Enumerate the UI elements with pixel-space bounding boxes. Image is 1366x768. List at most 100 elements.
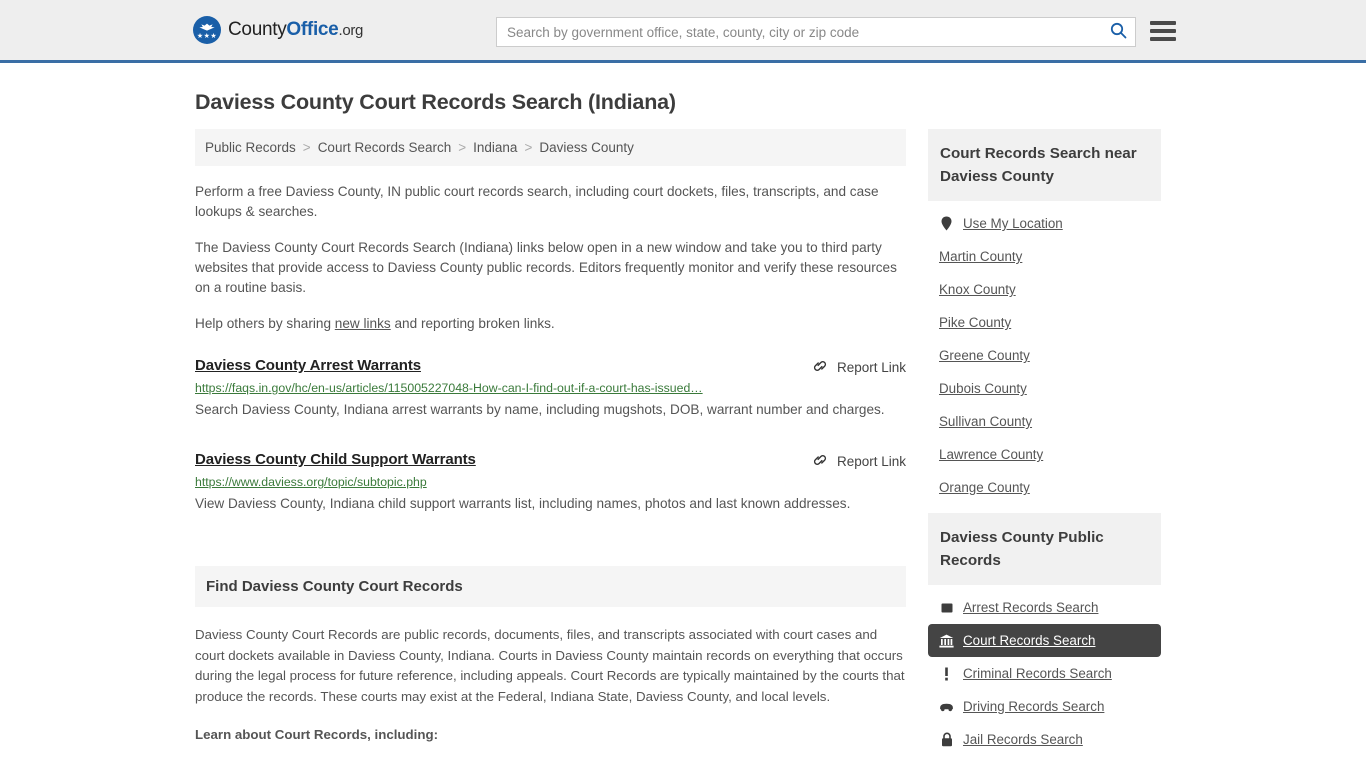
list-item: Sullivan County <box>928 405 1161 438</box>
list-item: Pike County <box>928 306 1161 339</box>
report-link-label: Report Link <box>836 360 906 375</box>
sidebar-item-label: Driving Records Search <box>963 699 1105 714</box>
sidebar-item-label: Orange County <box>939 480 1030 495</box>
result-title-link[interactable]: Daviess County Child Support Warrants <box>195 451 476 468</box>
report-link-label: Report Link <box>836 454 906 469</box>
nearby-counties-list: Use My Location Martin County Knox Count… <box>928 201 1161 504</box>
list-item: Lawrence County <box>928 438 1161 471</box>
find-records-paragraph: Daviess County Court Records are public … <box>195 627 905 704</box>
list-item: Knox County <box>928 273 1161 306</box>
stars-icon: ★★★ <box>196 33 218 40</box>
sidebar-item-label: Lawrence County <box>939 447 1044 462</box>
sidebar-item-court-records-search[interactable]: Court Records Search <box>928 624 1161 657</box>
sidebar-item-jail-records-search[interactable]: Jail Records Search <box>928 723 1161 756</box>
sidebar-item-knox-county[interactable]: Knox County <box>928 273 1161 306</box>
logo-text-office: Office <box>286 19 339 40</box>
report-link-button[interactable]: Report Link <box>812 357 906 377</box>
sidebar-item-use-my-location[interactable]: Use My Location <box>928 207 1161 240</box>
hamburger-bar <box>1150 21 1176 25</box>
sidebar-item-pike-county[interactable]: Pike County <box>928 306 1161 339</box>
sidebar-item-dubois-county[interactable]: Dubois County <box>928 372 1161 405</box>
sidebar-item-greene-county[interactable]: Greene County <box>928 339 1161 372</box>
breadcrumb-item-daviess-county[interactable]: Daviess County <box>539 140 634 155</box>
report-link-button[interactable]: Report Link <box>812 451 906 471</box>
result-url[interactable]: https://faqs.in.gov/hc/en-us/articles/11… <box>195 381 906 395</box>
sidebar-item-criminal-records-search[interactable]: Criminal Records Search <box>928 657 1161 690</box>
logo-text: CountyOffice.org <box>228 19 363 41</box>
result-item: Daviess County Child Support Warrants Re… <box>195 451 906 522</box>
learn-about-subheading: Learn about Court Records, including: <box>195 727 439 742</box>
breadcrumb: Public Records > Court Records Search > … <box>195 129 906 166</box>
hamburger-menu-icon[interactable] <box>1150 19 1176 43</box>
broken-link-icon <box>812 452 828 471</box>
site-logo[interactable]: ★★★ CountyOffice.org <box>193 16 363 44</box>
sidebar: Court Records Search near Daviess County… <box>928 129 1161 765</box>
square-icon <box>939 600 954 615</box>
sidebar-item-label: Use My Location <box>963 216 1063 231</box>
nearby-counties-card: Court Records Search near Daviess County… <box>928 129 1161 504</box>
intro-paragraph-2: The Daviess County Court Records Search … <box>195 240 897 295</box>
list-item: Use My Location <box>928 207 1161 240</box>
main-content: Public Records > Court Records Search > … <box>195 129 906 746</box>
breadcrumb-item-indiana[interactable]: Indiana <box>473 140 517 155</box>
public-records-heading: Daviess County Public Records <box>928 513 1161 585</box>
breadcrumb-separator: > <box>302 140 311 155</box>
eagle-shield-icon: ★★★ <box>193 16 221 44</box>
hamburger-bar <box>1150 37 1176 41</box>
result-item: Daviess County Arrest Warrants Report Li… <box>195 357 906 428</box>
search-button[interactable] <box>1101 18 1135 46</box>
page-container: Daviess County Court Records Search (Ind… <box>0 90 1366 765</box>
find-records-body: Daviess County Court Records are public … <box>195 625 906 746</box>
search-bar[interactable] <box>496 17 1136 47</box>
sidebar-item-orange-county[interactable]: Orange County <box>928 471 1161 504</box>
sidebar-item-label: Greene County <box>939 348 1030 363</box>
exclamation-icon <box>939 666 954 681</box>
list-item: Martin County <box>928 240 1161 273</box>
result-url[interactable]: https://www.daviess.org/topic/subtopic.p… <box>195 475 906 489</box>
list-item: Driving Records Search <box>928 690 1161 723</box>
logo-text-county: County <box>228 19 287 40</box>
result-description: Search Daviess County, Indiana arrest wa… <box>195 402 885 417</box>
list-item: Dubois County <box>928 372 1161 405</box>
hamburger-bar <box>1150 29 1176 33</box>
breadcrumb-item-court-records-search[interactable]: Court Records Search <box>318 140 452 155</box>
list-item: Orange County <box>928 471 1161 504</box>
new-links-link[interactable]: new links <box>335 316 391 331</box>
sidebar-item-driving-records-search[interactable]: Driving Records Search <box>928 690 1161 723</box>
courthouse-icon <box>939 633 954 648</box>
intro-paragraph-3-before: Help others by sharing <box>195 316 335 331</box>
sidebar-item-label: Arrest Records Search <box>963 600 1099 615</box>
intro-text: Perform a free Daviess County, IN public… <box>195 182 906 334</box>
sidebar-item-label: Jail Records Search <box>963 732 1083 747</box>
search-input[interactable] <box>497 18 1101 46</box>
intro-paragraph-1: Perform a free Daviess County, IN public… <box>195 184 879 219</box>
list-item: Court Records Search <box>928 624 1161 657</box>
breadcrumb-separator: > <box>458 140 467 155</box>
logo-text-org: .org <box>338 22 364 39</box>
sidebar-item-label: Dubois County <box>939 381 1027 396</box>
sidebar-item-lawrence-county[interactable]: Lawrence County <box>928 438 1161 471</box>
sidebar-item-sullivan-county[interactable]: Sullivan County <box>928 405 1161 438</box>
nearby-counties-heading: Court Records Search near Daviess County <box>928 129 1161 201</box>
sidebar-item-label: Knox County <box>939 282 1016 297</box>
public-records-card: Daviess County Public Records Arrest Rec… <box>928 513 1161 756</box>
sidebar-item-arrest-records-search[interactable]: Arrest Records Search <box>928 591 1161 624</box>
lock-icon <box>939 732 954 747</box>
intro-paragraph-3: Help others by sharing new links and rep… <box>195 314 906 334</box>
list-item: Arrest Records Search <box>928 591 1161 624</box>
list-item: Criminal Records Search <box>928 657 1161 690</box>
sidebar-item-label: Court Records Search <box>963 633 1096 648</box>
result-title-link[interactable]: Daviess County Arrest Warrants <box>195 357 421 374</box>
content-columns: Public Records > Court Records Search > … <box>195 129 1171 765</box>
sidebar-item-label: Criminal Records Search <box>963 666 1112 681</box>
page-title: Daviess County Court Records Search (Ind… <box>195 90 676 114</box>
breadcrumb-item-public-records[interactable]: Public Records <box>205 140 296 155</box>
sidebar-item-label: Pike County <box>939 315 1012 330</box>
list-item: Greene County <box>928 339 1161 372</box>
search-icon <box>1110 22 1127 42</box>
sidebar-item-martin-county[interactable]: Martin County <box>928 240 1161 273</box>
site-header: ★★★ CountyOffice.org <box>0 0 1366 63</box>
sidebar-item-label: Sullivan County <box>939 414 1033 429</box>
map-pin-icon <box>939 216 954 231</box>
breadcrumb-separator: > <box>524 140 533 155</box>
